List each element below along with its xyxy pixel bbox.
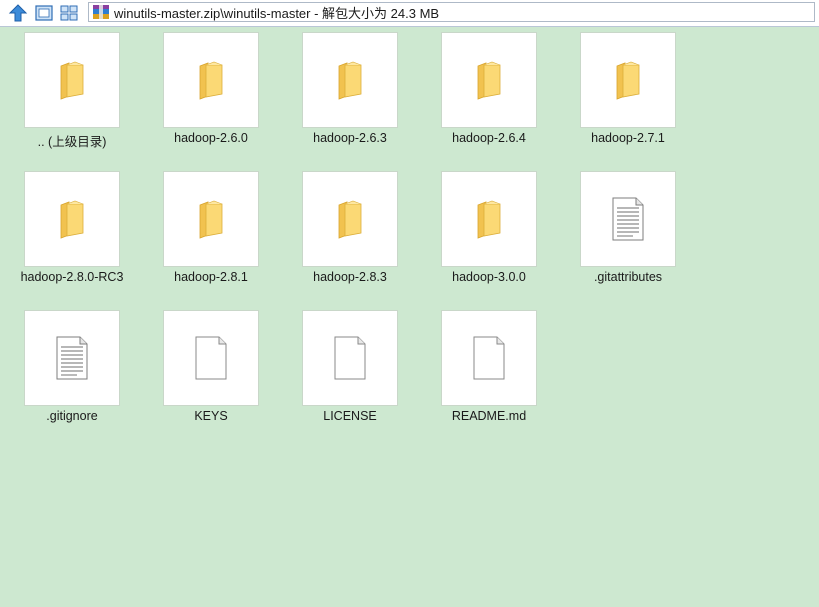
item-label: LICENSE	[323, 409, 377, 423]
large-icons-view-icon[interactable]	[33, 2, 55, 24]
address-bar[interactable]: winutils-master.zip\winutils-master - 解包…	[88, 2, 815, 22]
file-tile[interactable]	[580, 171, 676, 267]
file-tile[interactable]	[163, 310, 259, 406]
list-item[interactable]: hadoop-2.7.1	[568, 27, 688, 147]
file-tile[interactable]	[302, 171, 398, 267]
item-label: hadoop-2.8.3	[313, 270, 387, 284]
folder-icon	[474, 60, 504, 100]
address-text: winutils-master.zip\winutils-master - 解包…	[114, 5, 440, 21]
blank-file-icon	[333, 336, 367, 380]
item-label: KEYS	[194, 409, 228, 423]
item-label: .gitattributes	[593, 270, 663, 284]
text-file-icon	[611, 197, 645, 241]
item-label: README.md	[451, 409, 527, 423]
folder-icon	[335, 199, 365, 239]
list-item[interactable]: hadoop-2.8.3	[290, 166, 410, 286]
folder-icon	[335, 60, 365, 100]
folder-icon	[196, 199, 226, 239]
folder-icon	[196, 60, 226, 100]
item-label: hadoop-2.7.1	[591, 131, 665, 145]
file-tile[interactable]	[302, 310, 398, 406]
folder-icon	[474, 199, 504, 239]
file-tile[interactable]	[24, 32, 120, 128]
list-item[interactable]: .. (上级目录)	[12, 27, 132, 149]
blank-file-icon	[194, 336, 228, 380]
list-item[interactable]: LICENSE	[290, 305, 410, 425]
file-tile[interactable]	[163, 171, 259, 267]
item-label: hadoop-2.8.1	[174, 270, 248, 284]
file-tile[interactable]	[302, 32, 398, 128]
blank-file-icon	[472, 336, 506, 380]
file-tile[interactable]	[441, 32, 537, 128]
file-tile[interactable]	[24, 310, 120, 406]
list-item[interactable]: hadoop-2.6.3	[290, 27, 410, 147]
list-item[interactable]: hadoop-2.8.1	[151, 166, 271, 286]
file-tile[interactable]	[441, 310, 537, 406]
list-item[interactable]: .gitattributes	[568, 166, 688, 286]
list-item[interactable]: hadoop-2.6.0	[151, 27, 271, 147]
file-tile[interactable]	[441, 171, 537, 267]
file-tile[interactable]	[580, 32, 676, 128]
folder-icon	[613, 60, 643, 100]
item-label: hadoop-2.8.0-RC3	[20, 270, 124, 284]
item-label: hadoop-2.6.4	[452, 131, 526, 145]
up-arrow-icon[interactable]	[7, 2, 29, 24]
folder-icon	[57, 199, 87, 239]
item-label: hadoop-3.0.0	[452, 270, 526, 284]
list-item[interactable]: hadoop-2.8.0-RC3	[12, 166, 132, 286]
item-label: .gitignore	[46, 409, 98, 423]
item-label: hadoop-2.6.3	[313, 131, 387, 145]
small-icons-view-icon[interactable]	[58, 2, 80, 24]
toolbar: winutils-master.zip\winutils-master - 解包…	[0, 0, 819, 27]
text-file-icon	[55, 336, 89, 380]
folder-icon	[57, 60, 87, 100]
list-item[interactable]: hadoop-2.6.4	[429, 27, 549, 147]
file-tile[interactable]	[24, 171, 120, 267]
list-item[interactable]: .gitignore	[12, 305, 132, 425]
archive-icon	[93, 5, 109, 19]
list-item[interactable]: KEYS	[151, 305, 271, 425]
item-label: hadoop-2.6.0	[174, 131, 248, 145]
list-item[interactable]: hadoop-3.0.0	[429, 166, 549, 286]
list-item[interactable]: README.md	[429, 305, 549, 425]
item-label: .. (上级目录)	[37, 135, 107, 149]
file-tile[interactable]	[163, 32, 259, 128]
